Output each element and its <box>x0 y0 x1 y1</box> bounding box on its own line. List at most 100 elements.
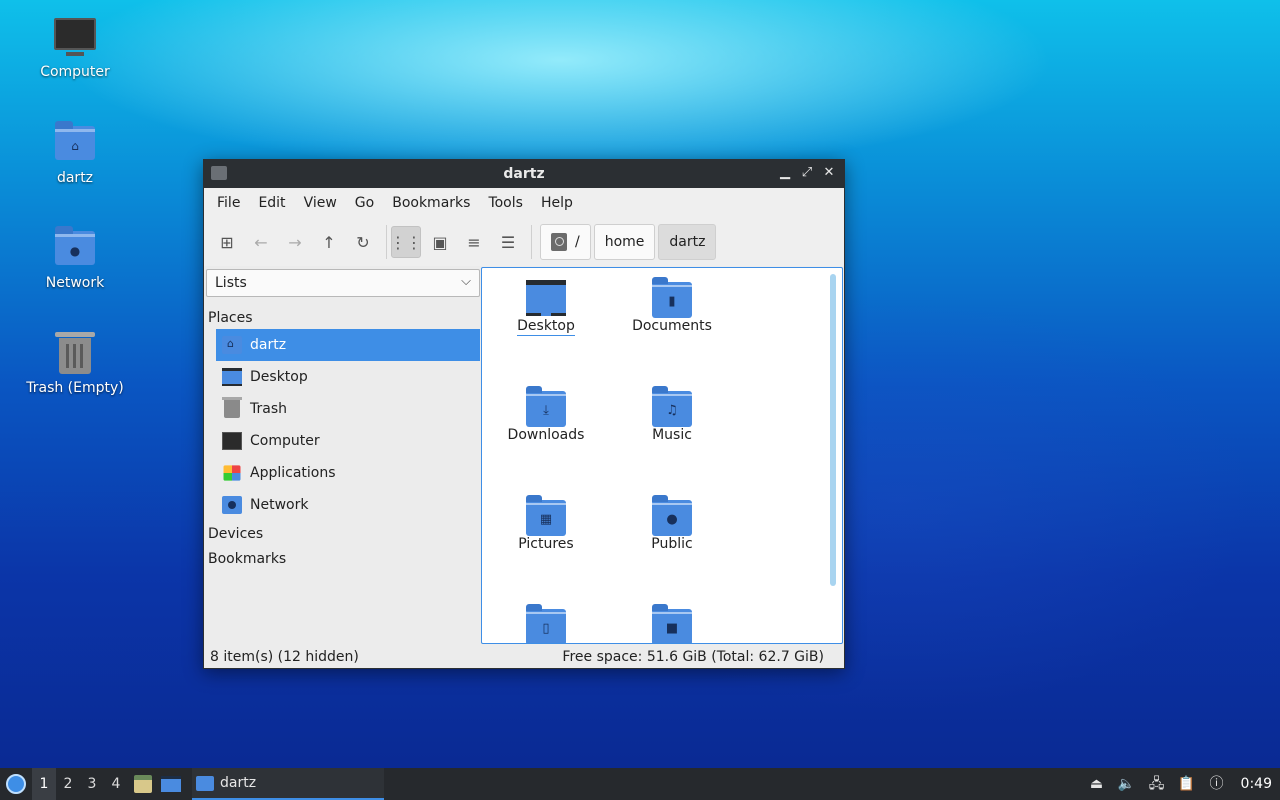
desktop-icon <box>222 368 242 386</box>
taskbar: 1 2 3 4 dartz ⏏ 🔈 🖧 📋 ⓘ 0:49 <box>0 768 1280 800</box>
toolbar-separator <box>386 225 387 259</box>
detailed-list-view-icon[interactable]: ☰ <box>493 226 523 258</box>
file-name: Public <box>651 536 693 552</box>
file-manager-window: dartz ▁ ⤢ ✕ File Edit View Go Bookmarks … <box>203 159 845 669</box>
window-content: Lists ⌵ Places dartz Desktop Trash <box>204 267 844 646</box>
path-crumb-root[interactable]: / <box>540 224 591 260</box>
window-controls: ▁ ⤢ ✕ <box>776 164 838 182</box>
window-folder-icon <box>211 166 227 180</box>
menu-file[interactable]: File <box>208 195 249 211</box>
file-item-desktop[interactable]: Desktop <box>486 276 606 336</box>
file-icon-view[interactable]: Desktop ▮ Documents ⤓ Downloads ♫ Music … <box>481 267 843 644</box>
place-label: Computer <box>250 433 320 449</box>
workspace-2[interactable]: 2 <box>56 768 80 800</box>
menu-help[interactable]: Help <box>532 195 582 211</box>
computer-icon <box>222 432 242 450</box>
maximize-button[interactable]: ⤢ <box>798 164 816 182</box>
file-item-videos[interactable]: ■ <box>612 603 732 643</box>
volume-icon[interactable]: 🔈 <box>1117 774 1137 794</box>
section-bookmarks[interactable]: Bookmarks <box>206 548 480 571</box>
pictures-folder-icon: ▦ <box>526 495 566 536</box>
reload-icon[interactable]: ↻ <box>348 226 378 258</box>
menu-edit[interactable]: Edit <box>249 195 294 211</box>
desktop-icon-network[interactable]: ● Network <box>25 226 125 291</box>
desktop-folder-icon <box>526 280 566 316</box>
back-arrow-icon[interactable]: ← <box>246 226 276 258</box>
documents-folder-icon: ▮ <box>652 277 692 318</box>
computer-icon <box>53 16 97 60</box>
eject-icon[interactable]: ⏏ <box>1087 774 1107 794</box>
chevron-down-icon: ⌵ <box>461 274 471 289</box>
place-item-computer[interactable]: Computer <box>216 425 480 457</box>
file-name: Downloads <box>507 427 585 443</box>
desktop-icon-home[interactable]: ⌂ dartz <box>25 121 125 186</box>
file-item-downloads[interactable]: ⤓ Downloads <box>486 385 606 443</box>
place-item-dartz[interactable]: dartz <box>216 329 480 361</box>
close-button[interactable]: ✕ <box>820 164 838 182</box>
folder-icon <box>196 775 214 791</box>
place-item-network[interactable]: Network <box>216 489 480 521</box>
menu-tools[interactable]: Tools <box>479 195 532 211</box>
file-item-music[interactable]: ♫ Music <box>612 385 732 443</box>
status-bar: 8 item(s) (12 hidden) Free space: 51.6 G… <box>204 646 844 668</box>
file-item-public[interactable]: ● Public <box>612 494 732 552</box>
task-button-dartz[interactable]: dartz <box>192 768 384 800</box>
path-crumb-home[interactable]: home <box>593 224 656 260</box>
quicklaunch-file-manager[interactable] <box>130 768 156 800</box>
notification-icon[interactable]: ⓘ <box>1207 774 1227 794</box>
icon-view-icon[interactable]: ⋮⋮ <box>390 226 422 258</box>
desktop-icon-trash[interactable]: Trash (Empty) <box>25 332 125 396</box>
path-bar: / home dartz <box>540 224 717 260</box>
desktop-icon-computer[interactable]: Computer <box>25 16 125 80</box>
place-item-desktop[interactable]: Desktop <box>216 361 480 393</box>
up-arrow-icon[interactable]: ↑ <box>314 226 344 258</box>
workspace-4[interactable]: 4 <box>104 768 128 800</box>
file-manager-icon <box>134 775 152 793</box>
thumbnail-view-icon[interactable]: ▣ <box>425 226 455 258</box>
window-title: dartz <box>503 166 545 182</box>
lxqt-logo-icon <box>6 774 26 794</box>
places-list: dartz Desktop Trash Computer Application… <box>216 329 480 521</box>
desktop-icon-label: Computer <box>40 64 110 80</box>
drive-icon <box>551 233 567 251</box>
title-bar[interactable]: dartz ▁ ⤢ ✕ <box>204 160 844 188</box>
file-item-templates[interactable]: ▯ <box>486 603 606 643</box>
clock[interactable]: 0:49 <box>1241 776 1272 792</box>
minimize-button[interactable]: ▁ <box>776 164 794 182</box>
new-tab-icon[interactable]: ⊞ <box>212 226 242 258</box>
file-item-pictures[interactable]: ▦ Pictures <box>486 494 606 552</box>
clipboard-icon[interactable]: 📋 <box>1177 774 1197 794</box>
file-item-documents[interactable]: ▮ Documents <box>612 276 732 334</box>
menu-view[interactable]: View <box>295 195 346 211</box>
path-crumb-label: / <box>575 234 580 250</box>
downloads-folder-icon: ⤓ <box>526 386 566 427</box>
workspace-3[interactable]: 3 <box>80 768 104 800</box>
place-item-trash[interactable]: Trash <box>216 393 480 425</box>
side-pane-mode-select[interactable]: Lists ⌵ <box>206 269 480 297</box>
place-label: Trash <box>250 401 287 417</box>
place-label: Network <box>250 497 309 513</box>
task-label: dartz <box>220 775 257 791</box>
place-item-applications[interactable]: Applications <box>216 457 480 489</box>
section-places[interactable]: Places <box>206 307 480 329</box>
desktop-icon-label: Network <box>45 275 105 291</box>
forward-arrow-icon[interactable]: → <box>280 226 310 258</box>
home-folder-icon: ⌂ <box>53 121 97 166</box>
path-crumb-label: dartz <box>669 234 706 250</box>
menu-go[interactable]: Go <box>346 195 383 211</box>
path-crumb-label: home <box>604 234 645 250</box>
vertical-scrollbar[interactable] <box>830 274 836 586</box>
show-desktop-button[interactable] <box>158 768 184 800</box>
file-name: Music <box>652 427 692 443</box>
compact-view-icon[interactable]: ≡ <box>459 226 489 258</box>
path-crumb-dartz[interactable]: dartz <box>658 224 717 260</box>
section-devices[interactable]: Devices <box>206 523 480 546</box>
music-folder-icon: ♫ <box>652 386 692 427</box>
menu-bookmarks[interactable]: Bookmarks <box>383 195 479 211</box>
place-label: Applications <box>250 465 336 481</box>
network-status-icon[interactable]: 🖧 <box>1147 774 1167 794</box>
workspace-1[interactable]: 1 <box>32 768 56 800</box>
file-name: Documents <box>632 318 712 334</box>
start-menu-button[interactable] <box>0 768 32 800</box>
place-label: dartz <box>250 337 287 353</box>
